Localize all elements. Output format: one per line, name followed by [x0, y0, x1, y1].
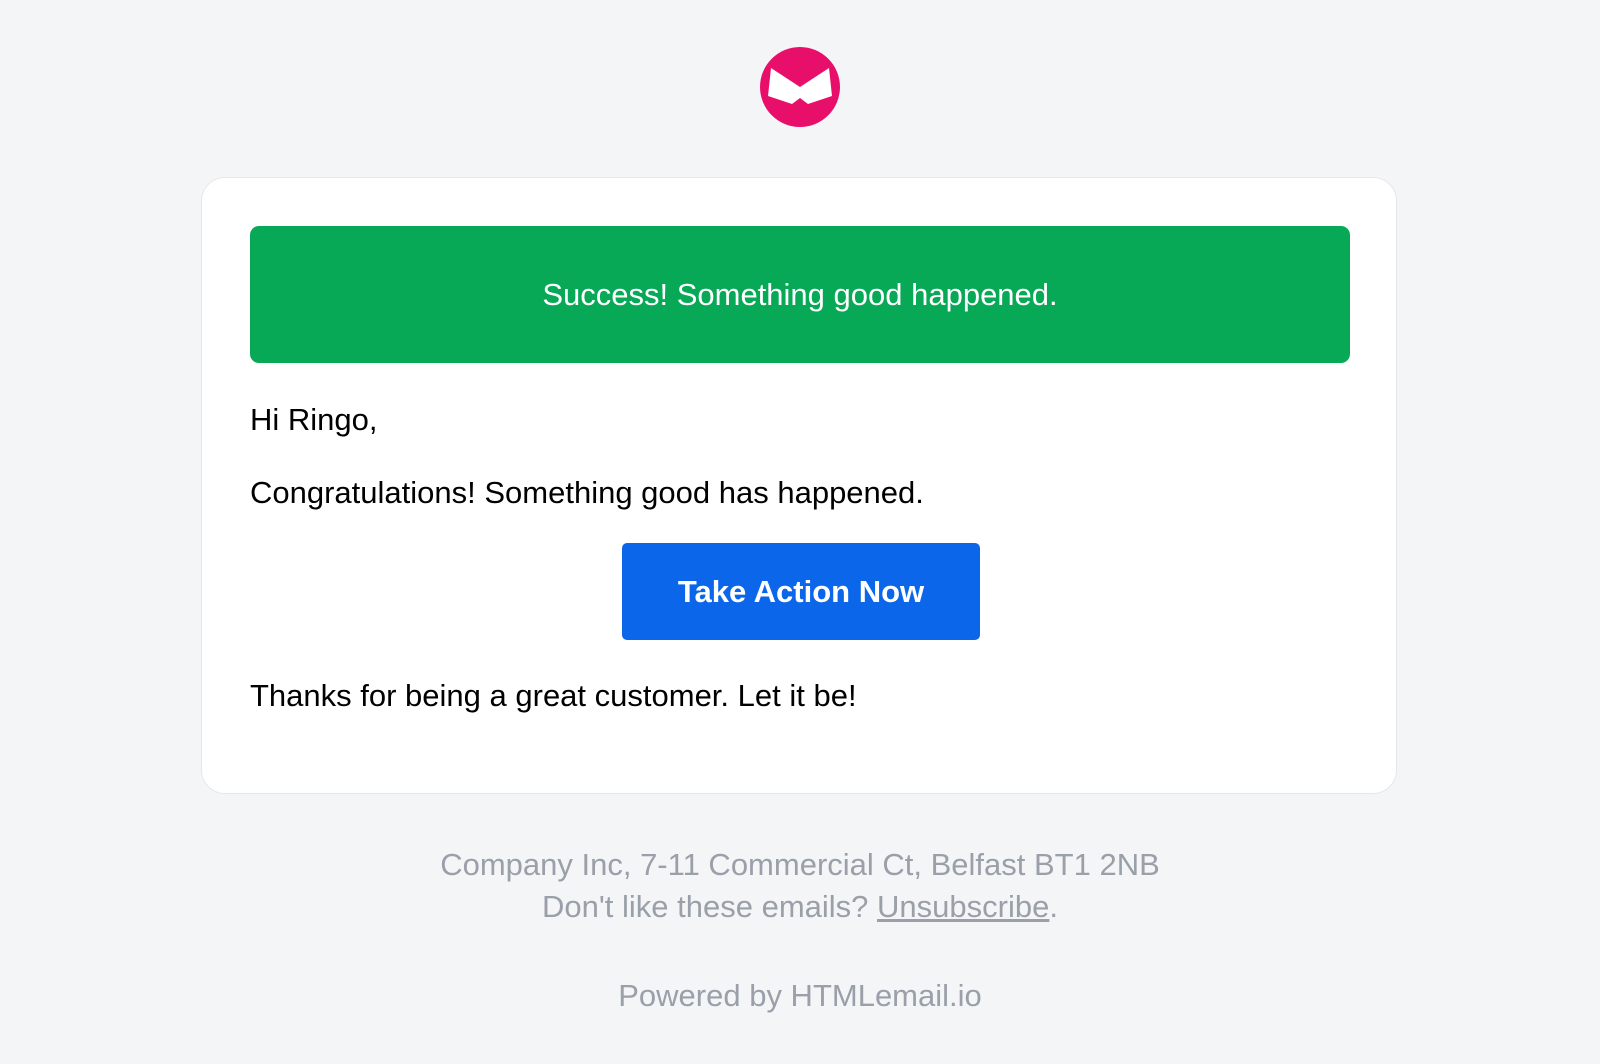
email-card: Success! Something good happened. Hi Rin…	[201, 177, 1397, 794]
envelope-bowtie-icon	[760, 47, 840, 127]
closing-text: Thanks for being a great customer. Let i…	[250, 678, 857, 713]
greeting-text: Hi Ringo,	[250, 402, 378, 437]
message-text: Congratulations! Something good has happ…	[250, 475, 924, 510]
success-alert: Success! Something good happened.	[250, 226, 1350, 363]
powered-by-link[interactable]: Powered by HTMLemail.io	[0, 975, 1600, 1017]
logo	[760, 47, 840, 127]
company-address: Company Inc, 7-11 Commercial Ct, Belfast…	[440, 847, 1160, 882]
footer: Company Inc, 7-11 Commercial Ct, Belfast…	[0, 844, 1600, 928]
unsubscribe-link[interactable]: Unsubscribe	[877, 889, 1049, 924]
success-alert-text: Success! Something good happened.	[542, 276, 1058, 312]
unsubscribe-line: Don't like these emails? Unsubscribe.	[0, 886, 1600, 928]
unsubscribe-suffix: .	[1049, 889, 1058, 924]
unsubscribe-prefix: Don't like these emails?	[542, 889, 878, 924]
take-action-button[interactable]: Take Action Now	[622, 543, 980, 640]
